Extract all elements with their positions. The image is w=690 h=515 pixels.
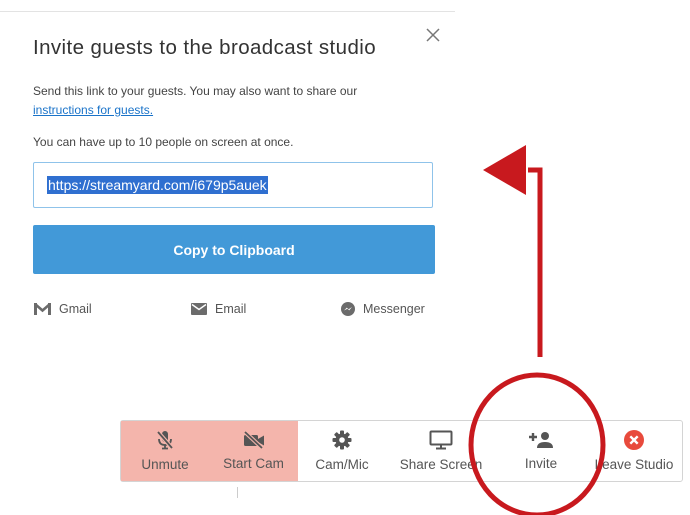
share-messenger-label: Messenger bbox=[363, 302, 425, 316]
cam-mic-button[interactable]: Cam/Mic bbox=[298, 421, 386, 481]
dialog-description: Send this link to your guests. You may a… bbox=[33, 82, 423, 120]
start-cam-button[interactable]: Start Cam bbox=[209, 421, 298, 481]
close-circle-icon bbox=[624, 430, 644, 450]
monitor-icon bbox=[429, 430, 453, 450]
leave-studio-label: Leave Studio bbox=[594, 457, 674, 472]
mic-off-icon bbox=[156, 430, 174, 450]
cam-mic-label: Cam/Mic bbox=[315, 457, 369, 472]
leave-studio-button[interactable]: Leave Studio bbox=[586, 421, 682, 481]
annotation-arrow-shaft bbox=[528, 167, 543, 357]
start-cam-label: Start Cam bbox=[223, 456, 284, 471]
share-email-button[interactable]: Email bbox=[191, 302, 246, 316]
add-person-icon bbox=[529, 432, 553, 448]
toolbar-divider bbox=[237, 487, 238, 498]
share-gmail-label: Gmail bbox=[59, 302, 92, 316]
close-icon bbox=[426, 28, 440, 42]
dialog-title: Invite guests to the broadcast studio bbox=[33, 36, 376, 59]
share-screen-button[interactable]: Share Screen bbox=[386, 421, 496, 481]
description-text: Send this link to your guests. You may a… bbox=[33, 84, 358, 98]
instructions-link[interactable]: instructions for guests. bbox=[33, 103, 153, 117]
unmute-button[interactable]: Unmute bbox=[121, 421, 209, 481]
share-email-label: Email bbox=[215, 302, 247, 316]
studio-toolbar: Unmute Start Cam Cam/Mic Share Screen In… bbox=[120, 420, 683, 482]
invite-label: Invite bbox=[524, 456, 558, 471]
share-messenger-button[interactable]: Messenger bbox=[341, 302, 425, 316]
limit-text: You can have up to 10 people on screen a… bbox=[33, 135, 294, 149]
gear-icon bbox=[332, 430, 352, 450]
messenger-icon bbox=[341, 302, 355, 316]
copy-to-clipboard-button[interactable]: Copy to Clipboard bbox=[33, 225, 435, 274]
annotation-arrow-head bbox=[483, 145, 526, 195]
envelope-icon bbox=[191, 303, 207, 315]
share-screen-label: Share Screen bbox=[399, 457, 483, 472]
invite-link-value: https://streamyard.com/i679p5auek bbox=[47, 176, 268, 194]
share-gmail-button[interactable]: Gmail bbox=[34, 302, 92, 316]
invite-button[interactable]: Invite bbox=[496, 421, 586, 481]
invite-link-field[interactable]: https://streamyard.com/i679p5auek bbox=[33, 162, 433, 208]
gmail-icon bbox=[34, 303, 51, 315]
camera-off-icon bbox=[243, 431, 264, 449]
close-button[interactable] bbox=[420, 22, 446, 48]
unmute-label: Unmute bbox=[141, 457, 189, 472]
